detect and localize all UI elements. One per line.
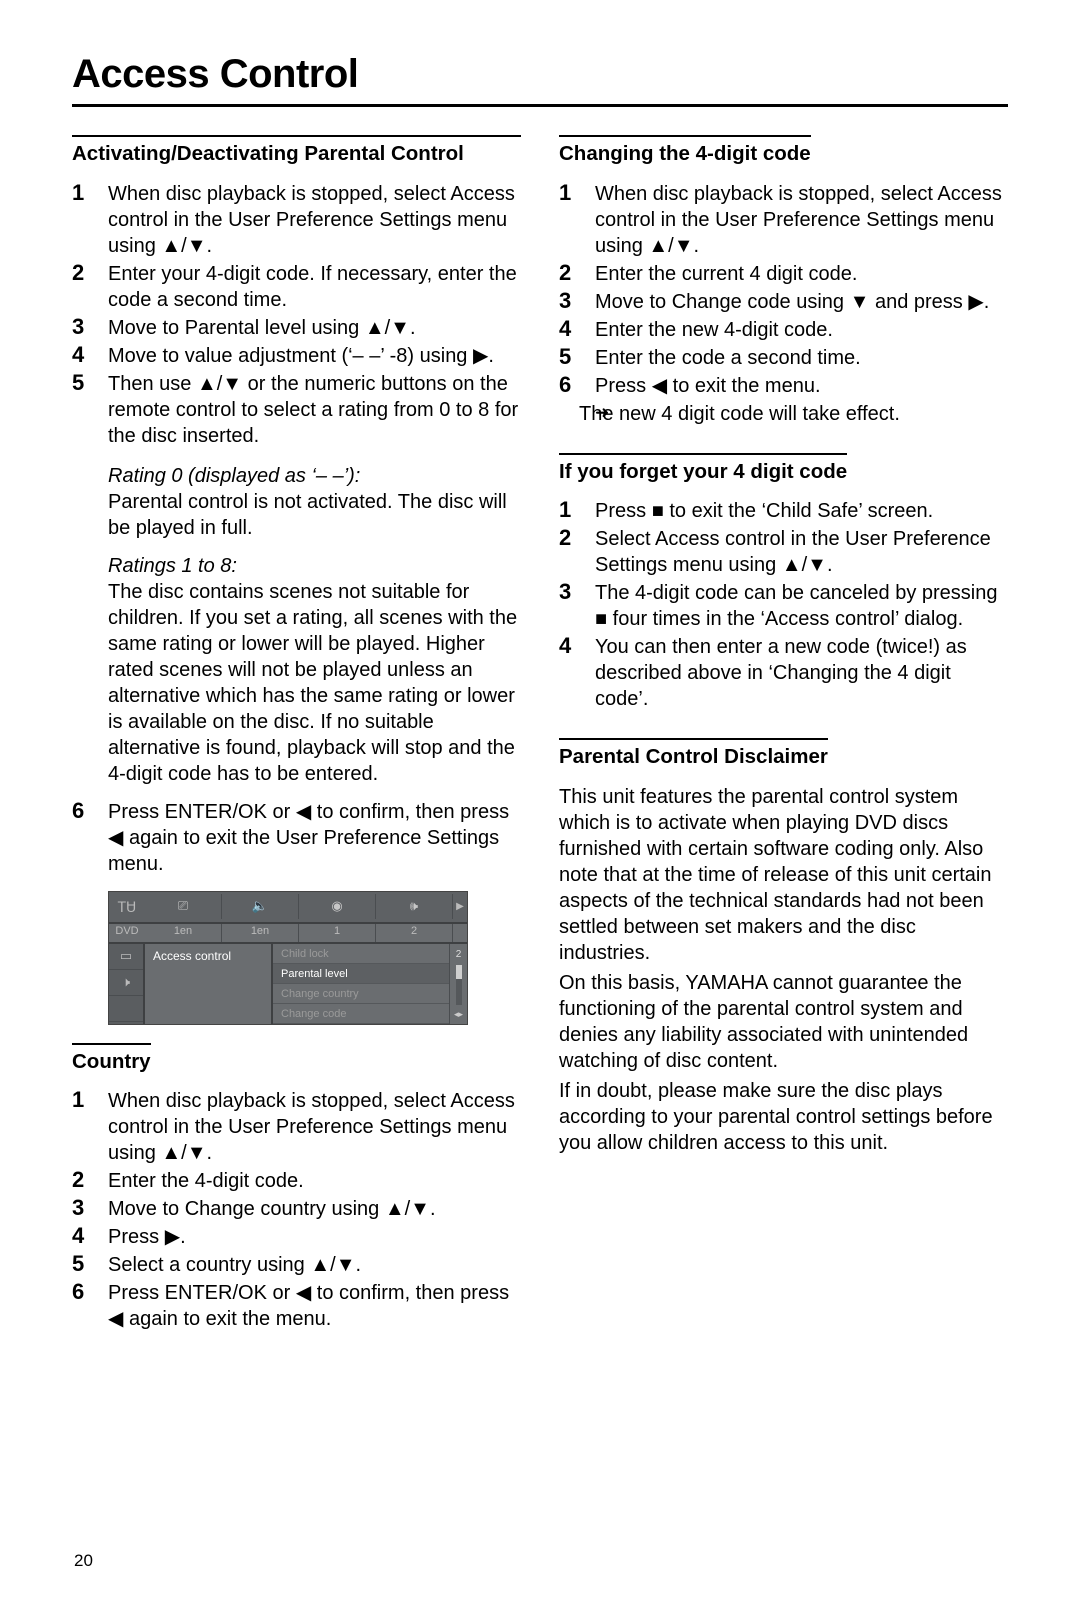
disclaimer-p1: This unit features the parental control … — [559, 784, 1008, 966]
down-icon: ▼ — [850, 289, 870, 315]
heading-disclaimer: Parental Control Disclaimer — [559, 738, 828, 770]
tab-globe: ◉ — [299, 894, 376, 919]
step: Move to Change country using ▲/▼. — [72, 1196, 521, 1222]
stop-icon: ■ — [652, 498, 664, 524]
settings-menu-figure: ᎢᏌ ⎚ 🔈 ◉ 🕪 ▶ DVD 1en 1en 1 2 ▭ 🕨 — [108, 891, 468, 1025]
left-icon: ◀ — [296, 1280, 311, 1306]
ratings18-block: Ratings 1 to 8: The disc contains scenes… — [72, 553, 521, 787]
person-icon: ᎢᏌ — [109, 898, 145, 916]
screen-icon: ▭ — [109, 944, 143, 970]
step: Move to Change code using ▼ and press ▶. — [559, 289, 1008, 315]
tab-audio: 🔈 — [222, 894, 299, 919]
left-icon: ◀ — [108, 1306, 123, 1332]
steps-change-code: When disc playback is stopped, select Ac… — [559, 181, 1008, 427]
step: Press ◀ to exit the menu. The new 4 digi… — [559, 373, 1008, 427]
tab-speaker: 🕪 — [376, 894, 453, 919]
menu-item-access-control: Access control — [145, 944, 271, 970]
heading-country: Country — [72, 1043, 151, 1075]
steps-country: When disc playback is stopped, select Ac… — [72, 1088, 521, 1332]
updown-icon: ▲/▼ — [197, 371, 242, 397]
disclaimer-p2: On this basis, YAMAHA cannot guarantee t… — [559, 970, 1008, 1074]
ratings18-text: The disc contains scenes not suitable fo… — [108, 579, 521, 787]
heading-forget-code: If you forget your 4 digit code — [559, 453, 847, 485]
updown-icon: ▲/▼ — [385, 1196, 430, 1222]
tab-arrow-right-icon: ▶ — [453, 900, 467, 913]
left-column: Activating/Deactivating Parental Control… — [72, 135, 521, 1346]
rating0-heading: Rating 0 (displayed as ‘– –’): — [108, 463, 521, 489]
step: Move to Parental level using ▲/▼. — [72, 315, 521, 341]
page-number: 20 — [74, 1550, 93, 1572]
updown-icon: ▲/▼ — [161, 1140, 206, 1166]
step: When disc playback is stopped, select Ac… — [559, 181, 1008, 259]
steps-activating-cont: Press ENTER/OK or ◀ to confirm, then pre… — [72, 799, 521, 877]
speaker-icon: 🕨 — [109, 970, 143, 996]
figure-scrollbar: 2 ◂▸ — [449, 944, 467, 1024]
updown-icon: ▲/▼ — [161, 233, 206, 259]
step: Select Access control in the User Prefer… — [559, 526, 1008, 578]
steps-forget-code: Press ■ to exit the ‘Child Safe’ screen.… — [559, 498, 1008, 712]
ratings18-heading: Ratings 1 to 8: — [108, 553, 521, 579]
left-icon: ◀ — [296, 799, 311, 825]
submenu-change-country: Change country — [273, 984, 449, 1004]
tab-subtitle: ⎚ — [145, 894, 222, 919]
right-icon: ▶ — [473, 343, 488, 369]
step: When disc playback is stopped, select Ac… — [72, 1088, 521, 1166]
content-columns: Activating/Deactivating Parental Control… — [72, 135, 1008, 1346]
heading-activating: Activating/Deactivating Parental Control — [72, 135, 521, 167]
submenu-child-lock: Child lock — [273, 944, 449, 964]
step: Enter the current 4 digit code. — [559, 261, 1008, 287]
right-icon: ▶ — [968, 289, 983, 315]
disclaimer-p3: If in doubt, please make sure the disc p… — [559, 1078, 1008, 1156]
left-icon: ◀ — [652, 373, 667, 399]
steps-activating: When disc playback is stopped, select Ac… — [72, 181, 521, 449]
submenu-change-code: Change code — [273, 1004, 449, 1024]
right-icon: ▶ — [165, 1224, 180, 1250]
step: The 4-digit code can be canceled by pres… — [559, 580, 1008, 632]
step: Press ■ to exit the ‘Child Safe’ screen. — [559, 498, 1008, 524]
stop-icon: ■ — [595, 606, 607, 632]
result-note: The new 4 digit code will take effect. — [559, 401, 1008, 427]
step: Enter the 4-digit code. — [72, 1168, 521, 1194]
step: You can then enter a new code (twice!) a… — [559, 634, 1008, 712]
step: Press ▶. — [72, 1224, 521, 1250]
step: Press ENTER/OK or ◀ to confirm, then pre… — [72, 1280, 521, 1332]
rating0-block: Rating 0 (displayed as ‘– –’): Parental … — [72, 463, 521, 541]
step: Enter your 4-digit code. If necessary, e… — [72, 261, 521, 313]
rating0-text: Parental control is not activated. The d… — [108, 489, 521, 541]
step: Then use ▲/▼ or the numeric buttons on t… — [72, 371, 521, 449]
right-column: Changing the 4-digit code When disc play… — [559, 135, 1008, 1346]
step: When disc playback is stopped, select Ac… — [72, 181, 521, 259]
step: Select a country using ▲/▼. — [72, 1252, 521, 1278]
step: Move to value adjustment (‘– –’ -8) usin… — [72, 343, 521, 369]
step: Press ENTER/OK or ◀ to confirm, then pre… — [72, 799, 521, 877]
heading-change-code: Changing the 4-digit code — [559, 135, 811, 167]
updown-icon: ▲/▼ — [782, 552, 827, 578]
updown-icon: ▲/▼ — [648, 233, 693, 259]
page-title: Access Control — [72, 48, 1008, 107]
left-icon: ◀ — [108, 825, 123, 851]
updown-icon: ▲/▼ — [365, 315, 410, 341]
step: Enter the new 4-digit code. — [559, 317, 1008, 343]
dvd-label: DVD — [109, 924, 145, 942]
submenu-parental-level: Parental level — [273, 964, 449, 984]
step: Enter the code a second time. — [559, 345, 1008, 371]
updown-icon: ▲/▼ — [310, 1252, 355, 1278]
